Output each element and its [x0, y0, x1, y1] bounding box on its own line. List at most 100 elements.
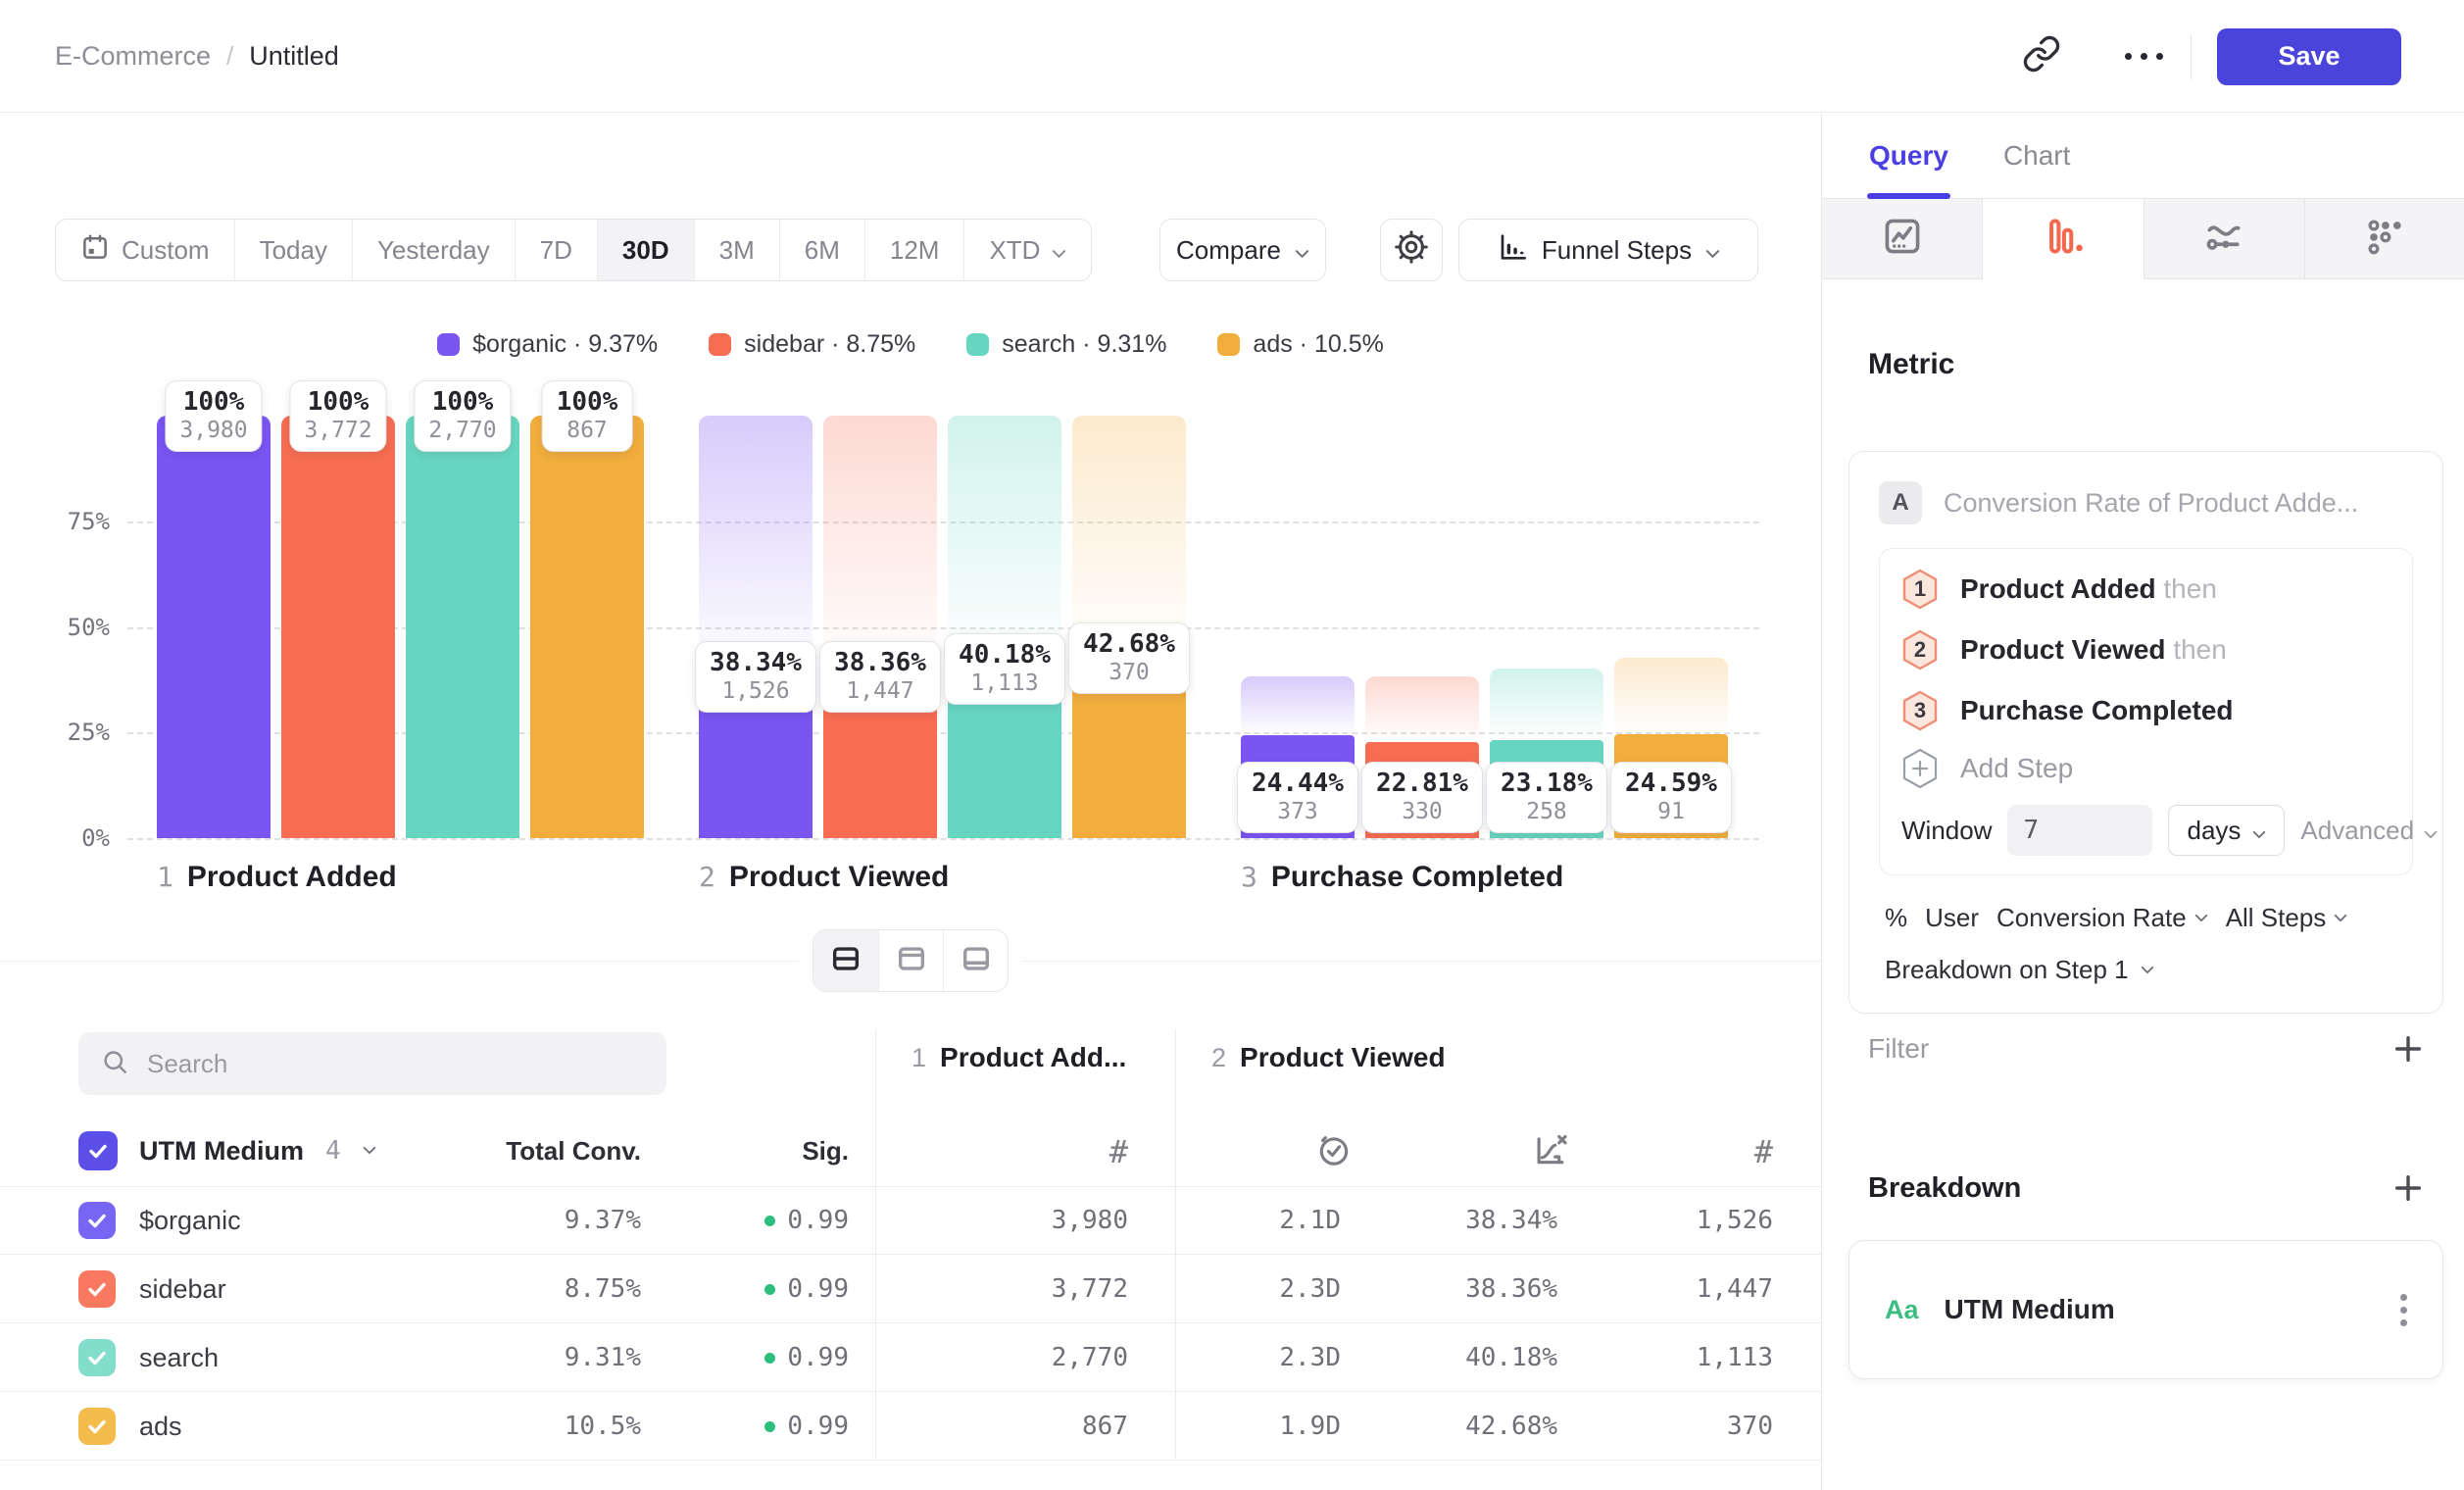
- breadcrumb-project[interactable]: E-Commerce: [55, 41, 211, 72]
- conversion-column-header[interactable]: [1532, 1122, 1569, 1181]
- step2-pct: 38.34%: [1465, 1186, 1557, 1255]
- range-yesterday[interactable]: Yesterday: [352, 220, 515, 280]
- breakdown-property-card[interactable]: Aa UTM Medium: [1848, 1240, 2443, 1379]
- sig-column-header[interactable]: Sig.: [802, 1118, 849, 1183]
- chart-only-view-button[interactable]: [878, 930, 943, 991]
- add-filter-button[interactable]: [2391, 1032, 2425, 1066]
- advanced-toggle[interactable]: Advanced: [2300, 816, 2438, 846]
- legend-item[interactable]: search · 9.31%: [966, 330, 1166, 359]
- breakdown-on-dropdown[interactable]: Breakdown on Step 1: [1879, 955, 2413, 985]
- step-label: 3Purchase Completed: [1241, 861, 1563, 894]
- link-icon: [2022, 34, 2061, 78]
- range-12m[interactable]: 12M: [864, 220, 964, 280]
- search-input[interactable]: [147, 1049, 617, 1079]
- compare-button[interactable]: Compare: [1159, 219, 1326, 281]
- table-row-organic[interactable]: $organic9.37%0.993,9802.1D38.34%1,526: [0, 1186, 1821, 1255]
- funnel-steps-card: 1Product Added then2Product Viewed then3…: [1879, 548, 2413, 875]
- more-menu-button[interactable]: [2112, 25, 2175, 88]
- bar-value-label: 100%2,770: [414, 380, 511, 452]
- funnel-bar-ads[interactable]: [530, 416, 644, 838]
- chart-settings-button[interactable]: [1380, 219, 1443, 281]
- legend-item[interactable]: $organic · 9.37%: [437, 330, 658, 359]
- share-link-button[interactable]: [2010, 25, 2073, 88]
- flow-chart-tab[interactable]: [2144, 199, 2305, 279]
- range-xtd[interactable]: XTD: [963, 220, 1091, 280]
- scatter-chart-tab[interactable]: [2305, 199, 2464, 279]
- line-chart-tab[interactable]: [1822, 199, 1983, 279]
- main-content: CustomTodayYesterday7D30D3M6M12MXTD Comp…: [0, 113, 1821, 1490]
- tab-chart[interactable]: Chart: [1976, 113, 2097, 199]
- tab-query[interactable]: Query: [1842, 113, 1976, 199]
- actor-label[interactable]: User: [1925, 903, 1979, 933]
- table-search: [78, 1032, 666, 1095]
- hash-icon: #: [1754, 1133, 1773, 1170]
- bar-value-label: 22.81%330: [1361, 762, 1483, 833]
- funnel-chart-tab[interactable]: [1983, 199, 2144, 279]
- range-7d[interactable]: 7D: [515, 220, 597, 280]
- metric-badge: A: [1879, 481, 1922, 524]
- legend-item[interactable]: sidebar · 8.75%: [709, 330, 915, 359]
- funnel-bar-remainder: [1365, 676, 1479, 742]
- range-custom[interactable]: Custom: [56, 220, 234, 280]
- count-column-header[interactable]: #: [1109, 1122, 1128, 1181]
- range-6m[interactable]: 6M: [779, 220, 864, 280]
- table-row-sidebar[interactable]: sidebar8.75%0.993,7722.3D38.36%1,447: [0, 1255, 1821, 1323]
- legend-item[interactable]: ads · 10.5%: [1217, 330, 1383, 359]
- save-button[interactable]: Save: [2217, 28, 2401, 85]
- metric-name-row[interactable]: A Conversion Rate of Product Adde...: [1879, 475, 2413, 530]
- table-step1-header: 1 Product Add...: [912, 1042, 1126, 1073]
- step2-count: 1,447: [1697, 1255, 1773, 1323]
- funnel-bar-$organic[interactable]: [157, 416, 271, 838]
- chevron-down-icon: [2141, 966, 2154, 974]
- sig-value: 0.99: [764, 1392, 849, 1461]
- funnel-bar-remainder: [1614, 658, 1728, 734]
- row-checkbox[interactable]: [78, 1270, 116, 1308]
- bar-value-label: 24.59%91: [1610, 762, 1732, 833]
- chart-type-dropdown[interactable]: Funnel Steps: [1458, 219, 1758, 281]
- metric-type-dropdown[interactable]: Conversion Rate: [1996, 903, 2208, 933]
- add-step-hexagon-icon: [1901, 748, 1939, 789]
- window-unit-dropdown[interactable]: days: [2168, 805, 2285, 856]
- count-column-header[interactable]: #: [1754, 1122, 1773, 1181]
- breadcrumb-page[interactable]: Untitled: [249, 41, 339, 72]
- metric-card: A Conversion Rate of Product Adde... 1Pr…: [1848, 451, 2443, 1014]
- ellipsis-icon: [2125, 53, 2163, 60]
- step2-time: 2.1D: [1279, 1186, 1341, 1255]
- time-to-convert-column-header[interactable]: [1315, 1122, 1353, 1181]
- step1-count: 2,770: [1052, 1323, 1128, 1392]
- table-only-view-button[interactable]: [943, 930, 1008, 991]
- funnel-steps-list: 1Product Added then2Product Viewed then3…: [1901, 559, 2390, 741]
- breakdown-group-header[interactable]: UTM Medium 4: [78, 1118, 376, 1183]
- row-checkbox[interactable]: [78, 1339, 116, 1376]
- funnel-bar-remainder: [1490, 669, 1603, 740]
- range-3m[interactable]: 3M: [694, 220, 779, 280]
- row-checkbox[interactable]: [78, 1202, 116, 1239]
- query-step-2[interactable]: 2Product Viewed then: [1901, 620, 2390, 680]
- query-step-3[interactable]: 3Purchase Completed: [1901, 680, 2390, 741]
- row-checkbox[interactable]: [78, 1408, 116, 1445]
- table-row-search[interactable]: search9.31%0.992,7702.3D40.18%1,113: [0, 1323, 1821, 1392]
- step2-time: 1.9D: [1279, 1392, 1341, 1461]
- kebab-menu-icon[interactable]: [2400, 1294, 2407, 1326]
- range-30d[interactable]: 30D: [597, 220, 694, 280]
- bar-value-label: 100%3,980: [165, 380, 262, 452]
- step-label: 2Product Viewed: [699, 861, 949, 894]
- funnel-bar-sidebar[interactable]: [281, 416, 395, 838]
- chevron-down-icon: [2424, 816, 2438, 846]
- bar-value-label: 40.18%1,113: [944, 633, 1065, 705]
- add-breakdown-button[interactable]: [2391, 1171, 2425, 1205]
- steps-scope-dropdown[interactable]: All Steps: [2226, 903, 2348, 933]
- select-all-checkbox[interactable]: [78, 1131, 118, 1170]
- layout-toggle: [813, 929, 1009, 992]
- total-conv-column-header[interactable]: Total Conv.: [506, 1118, 641, 1183]
- query-step-1[interactable]: 1Product Added then: [1901, 559, 2390, 620]
- top-pane-icon: [895, 942, 928, 980]
- window-value-input[interactable]: [2007, 805, 2152, 856]
- table-row-ads[interactable]: ads10.5%0.998671.9D42.68%370: [0, 1392, 1821, 1461]
- funnel-bar-search[interactable]: [406, 416, 519, 838]
- split-view-button[interactable]: [813, 930, 878, 991]
- legend-swatch: [709, 333, 731, 356]
- range-today[interactable]: Today: [234, 220, 352, 280]
- sig-value: 0.99: [764, 1255, 849, 1323]
- add-step-button[interactable]: Add Step: [1901, 741, 2390, 796]
